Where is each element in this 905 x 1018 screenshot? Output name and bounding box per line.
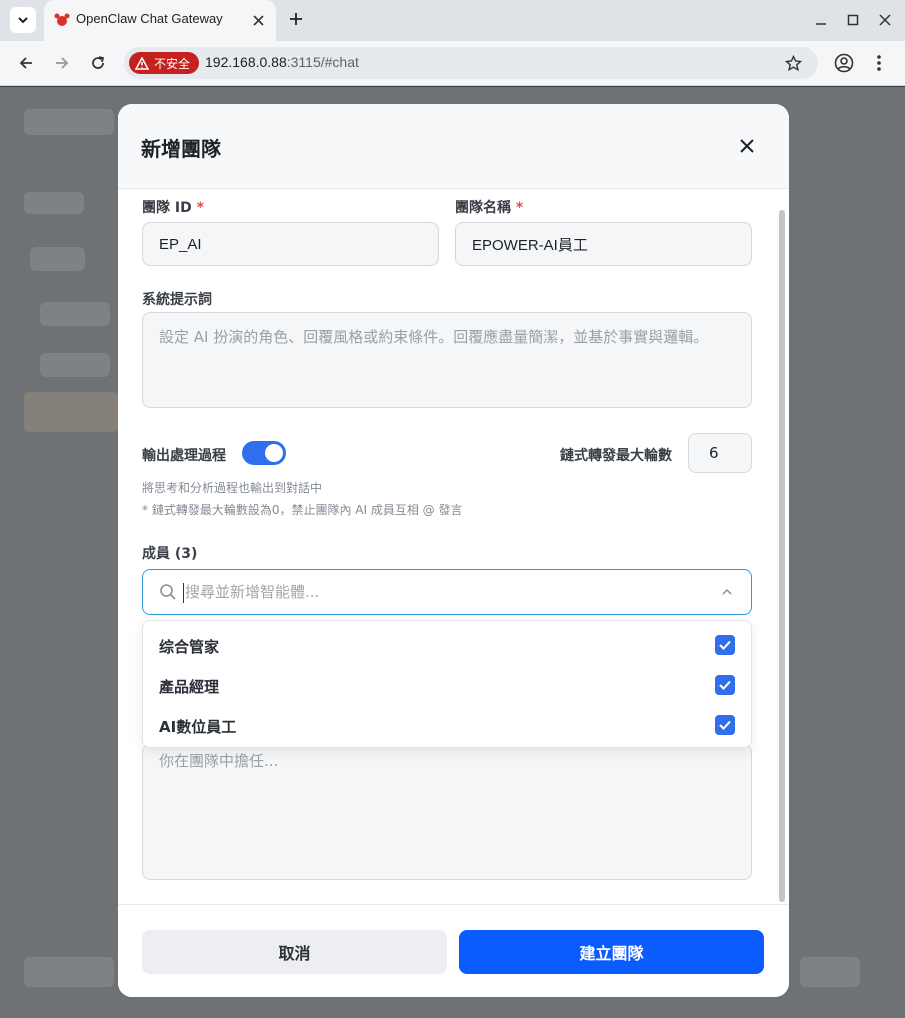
arrow-right-icon <box>56 57 69 69</box>
team-id-input[interactable]: EP_AI <box>142 222 439 266</box>
team-name-input[interactable]: EPOWER-AI員工 <box>455 222 752 266</box>
dialog-header: 新增團隊 <box>118 104 789 189</box>
backdrop-footer-placeholder <box>800 957 860 987</box>
backdrop-active-item-placeholder <box>24 392 119 432</box>
output-process-toggle[interactable] <box>242 441 286 465</box>
member-option[interactable]: 產品經理 <box>143 666 751 706</box>
system-prompt-label: 系統提示詞 <box>142 292 212 308</box>
close-icon <box>879 14 891 26</box>
member-role-textarea[interactable]: 你在團隊中擔任... <box>142 744 752 880</box>
url-host: 192.168.0.88 <box>205 54 287 70</box>
maximize-icon <box>847 14 859 26</box>
chevron-up-icon[interactable] <box>719 584 735 600</box>
security-status-chip[interactable]: 不安全 <box>129 52 200 74</box>
chevron-down-icon <box>18 17 28 24</box>
backdrop-tab-placeholder <box>24 192 84 214</box>
required-mark: * <box>515 200 524 216</box>
browser-tabstrip: OpenClaw Chat Gateway <box>0 0 905 41</box>
browser-menu-button[interactable] <box>868 51 890 75</box>
star-icon <box>784 54 802 71</box>
team-id-value: EP_AI <box>159 235 202 253</box>
minimize-button[interactable] <box>811 10 831 30</box>
system-prompt-textarea[interactable]: 設定 AI 扮演的角色、回覆風格或約束條件。回覆應盡量簡潔，並基於事實與邏輯。 <box>142 312 752 408</box>
bookmark-button[interactable] <box>782 52 804 74</box>
team-name-value: EPOWER-AI員工 <box>472 236 588 254</box>
dialog-footer: 取消 建立團隊 <box>118 904 789 997</box>
chain-max-input[interactable]: 6 <box>688 433 752 473</box>
required-mark: * <box>196 200 204 216</box>
member-search-input[interactable] <box>185 580 685 604</box>
create-team-button[interactable]: 建立團隊 <box>459 930 764 974</box>
member-option-label: AI數位員工 <box>159 718 237 736</box>
account-circle-icon <box>834 53 854 73</box>
members-label: 成員 (3) <box>142 546 198 562</box>
member-role-placeholder: 你在團隊中擔任... <box>159 752 279 770</box>
more-vertical-icon <box>877 55 881 71</box>
member-search-combobox[interactable] <box>142 569 752 615</box>
backdrop-item-placeholder <box>40 302 110 326</box>
tab-search-dropdown-button[interactable] <box>10 7 36 33</box>
create-team-dialog: 新增團隊 團隊 ID * EP_AI 團隊名稱 * EPOWER-AI員工 系統… <box>118 104 789 997</box>
member-option-checkbox[interactable] <box>715 715 735 735</box>
browser-toolbar: 不安全 192.168.0.88:3115/#chat <box>0 41 905 86</box>
output-process-hint: 將思考和分析過程也輸出到對話中 <box>142 481 323 495</box>
check-icon <box>719 680 731 690</box>
tab-close-button[interactable] <box>248 10 268 30</box>
chain-max-label: 鏈式轉發最大輪數 <box>560 448 672 464</box>
member-option-label: 综合管家 <box>159 638 220 656</box>
insecure-label: 不安全 <box>154 56 191 71</box>
close-icon <box>252 14 264 26</box>
dialog-title: 新增團隊 <box>141 137 221 161</box>
system-prompt-placeholder: 設定 AI 扮演的角色、回覆風格或約束條件。回覆應盡量簡潔，並基於事實與邏輯。 <box>159 328 709 346</box>
url-path: :3115/#chat <box>286 54 359 70</box>
arrow-left-icon <box>19 57 32 69</box>
member-option-checkbox[interactable] <box>715 675 735 695</box>
warning-icon <box>135 56 149 70</box>
member-option[interactable]: AI數位員工 <box>143 706 751 746</box>
search-icon <box>160 584 176 600</box>
close-icon <box>740 139 754 153</box>
team-name-label-text: 團隊名稱 <box>455 200 511 216</box>
lobster-favicon-icon <box>54 13 70 26</box>
url-text: 192.168.0.88:3115/#chat <box>205 54 359 70</box>
dialog-close-button[interactable] <box>735 134 759 158</box>
reload-icon <box>92 56 105 69</box>
team-id-label: 團隊 ID * <box>142 197 204 217</box>
minimize-icon <box>816 23 826 25</box>
address-bar[interactable]: 不安全 192.168.0.88:3115/#chat <box>124 47 818 79</box>
dialog-scrollbar[interactable] <box>779 210 785 902</box>
member-options-dropdown: 综合管家 產品經理 AI數位員工 <box>142 620 752 748</box>
maximize-button[interactable] <box>843 10 863 30</box>
backdrop-item-placeholder <box>30 247 85 271</box>
backdrop-title-placeholder <box>24 109 114 135</box>
team-name-label: 團隊名稱 * <box>455 197 523 217</box>
toggle-knob <box>265 444 283 462</box>
tab-title: OpenClaw Chat Gateway <box>76 11 223 26</box>
chain-max-value: 6 <box>709 444 719 462</box>
back-button[interactable] <box>13 50 39 76</box>
text-cursor <box>183 583 184 603</box>
backdrop-footer-placeholder <box>24 957 114 987</box>
plus-icon <box>290 13 302 25</box>
new-tab-button[interactable] <box>285 8 307 30</box>
output-process-label: 輸出處理過程 <box>142 448 226 464</box>
browser-tab[interactable]: OpenClaw Chat Gateway <box>44 0 276 41</box>
backdrop-item-placeholder <box>40 353 110 377</box>
member-option-label: 產品經理 <box>159 678 220 696</box>
profile-button[interactable] <box>832 51 856 75</box>
team-id-label-text: 團隊 ID <box>142 200 192 216</box>
check-icon <box>719 720 731 730</box>
forward-button[interactable] <box>49 50 75 76</box>
check-icon <box>719 640 731 650</box>
chain-max-hint: * 鏈式轉發最大輪數設為0，禁止團隊內 AI 成員互相 @ 發言 <box>142 503 463 517</box>
window-close-button[interactable] <box>875 10 895 30</box>
member-option-checkbox[interactable] <box>715 635 735 655</box>
member-option[interactable]: 综合管家 <box>143 626 751 666</box>
reload-button[interactable] <box>85 50 111 76</box>
cancel-button[interactable]: 取消 <box>142 930 447 974</box>
